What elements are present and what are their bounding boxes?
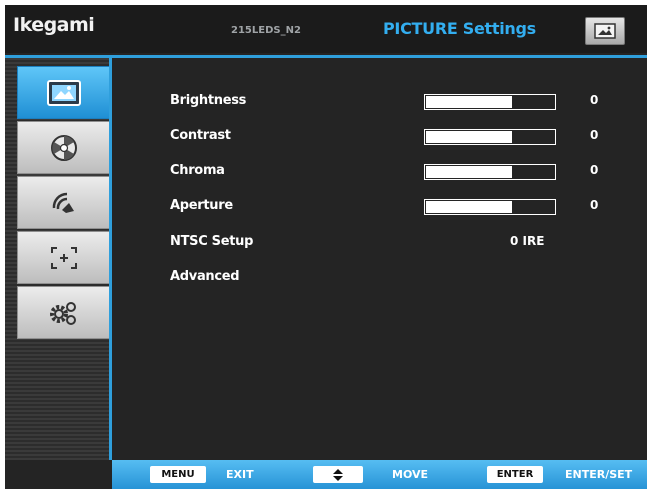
tab-marker[interactable]	[17, 231, 109, 284]
setting-value: 0	[590, 93, 599, 107]
key-guide-bar: MENU EXIT MOVE ENTER ENTER/SET	[112, 460, 647, 489]
tab-audio[interactable]	[17, 176, 109, 229]
setting-value: 0	[590, 198, 599, 212]
brand-logo: Ikegami	[13, 14, 95, 36]
tab-system[interactable]	[17, 286, 109, 339]
slider-fill	[426, 166, 512, 178]
setting-chroma[interactable]: Chroma 0	[170, 159, 640, 183]
setting-contrast[interactable]: Contrast 0	[170, 124, 640, 148]
enter-key[interactable]: ENTER	[487, 466, 543, 483]
setting-brightness[interactable]: Brightness 0	[170, 89, 640, 113]
slider-fill	[426, 131, 512, 143]
enter-set-label: ENTER/SET	[565, 468, 633, 481]
exit-label: EXIT	[226, 468, 254, 481]
setting-ntsc-setup[interactable]: NTSC Setup 0 IRE	[170, 230, 640, 254]
setting-label: Chroma	[170, 163, 225, 178]
marker-icon	[50, 246, 77, 269]
tab-picture[interactable]	[17, 66, 109, 119]
settings-panel: Brightness 0 Contrast 0 Chroma 0 Apertur…	[112, 58, 647, 460]
audio-icon	[52, 192, 74, 213]
osd-screen: Ikegami 215LEDS_N2 PICTURE Settings Brig…	[5, 5, 647, 489]
gears-icon	[49, 301, 76, 325]
setting-aperture[interactable]: Aperture 0	[170, 194, 640, 218]
contrast-slider[interactable]	[424, 129, 556, 145]
aperture-slider[interactable]	[424, 199, 556, 215]
slider-fill	[426, 96, 512, 108]
brightness-slider[interactable]	[424, 94, 556, 110]
setting-label: Aperture	[170, 198, 233, 213]
header-bar: Ikegami 215LEDS_N2 PICTURE Settings	[5, 5, 647, 53]
setting-label: Contrast	[170, 128, 231, 143]
picture-icon	[585, 17, 625, 45]
move-key[interactable]	[313, 466, 363, 483]
tab-color[interactable]	[17, 121, 109, 174]
setting-advanced[interactable]: Advanced	[170, 265, 640, 289]
setting-label: NTSC Setup	[170, 234, 254, 249]
setting-value: 0	[590, 163, 599, 177]
picture-icon	[46, 79, 81, 106]
up-down-arrows-icon	[333, 468, 343, 481]
page-title: PICTURE Settings	[383, 19, 536, 38]
chroma-slider[interactable]	[424, 164, 556, 180]
setting-label: Brightness	[170, 93, 247, 108]
color-wheel-icon	[50, 134, 77, 161]
menu-key[interactable]: MENU	[150, 466, 206, 483]
setting-label: Advanced	[170, 269, 240, 284]
category-sidebar	[5, 58, 112, 460]
setting-value: 0	[590, 128, 599, 142]
model-name: 215LEDS_N2	[231, 25, 301, 36]
setting-value: 0 IRE	[510, 234, 545, 248]
move-label: MOVE	[392, 468, 429, 481]
slider-fill	[426, 201, 512, 213]
